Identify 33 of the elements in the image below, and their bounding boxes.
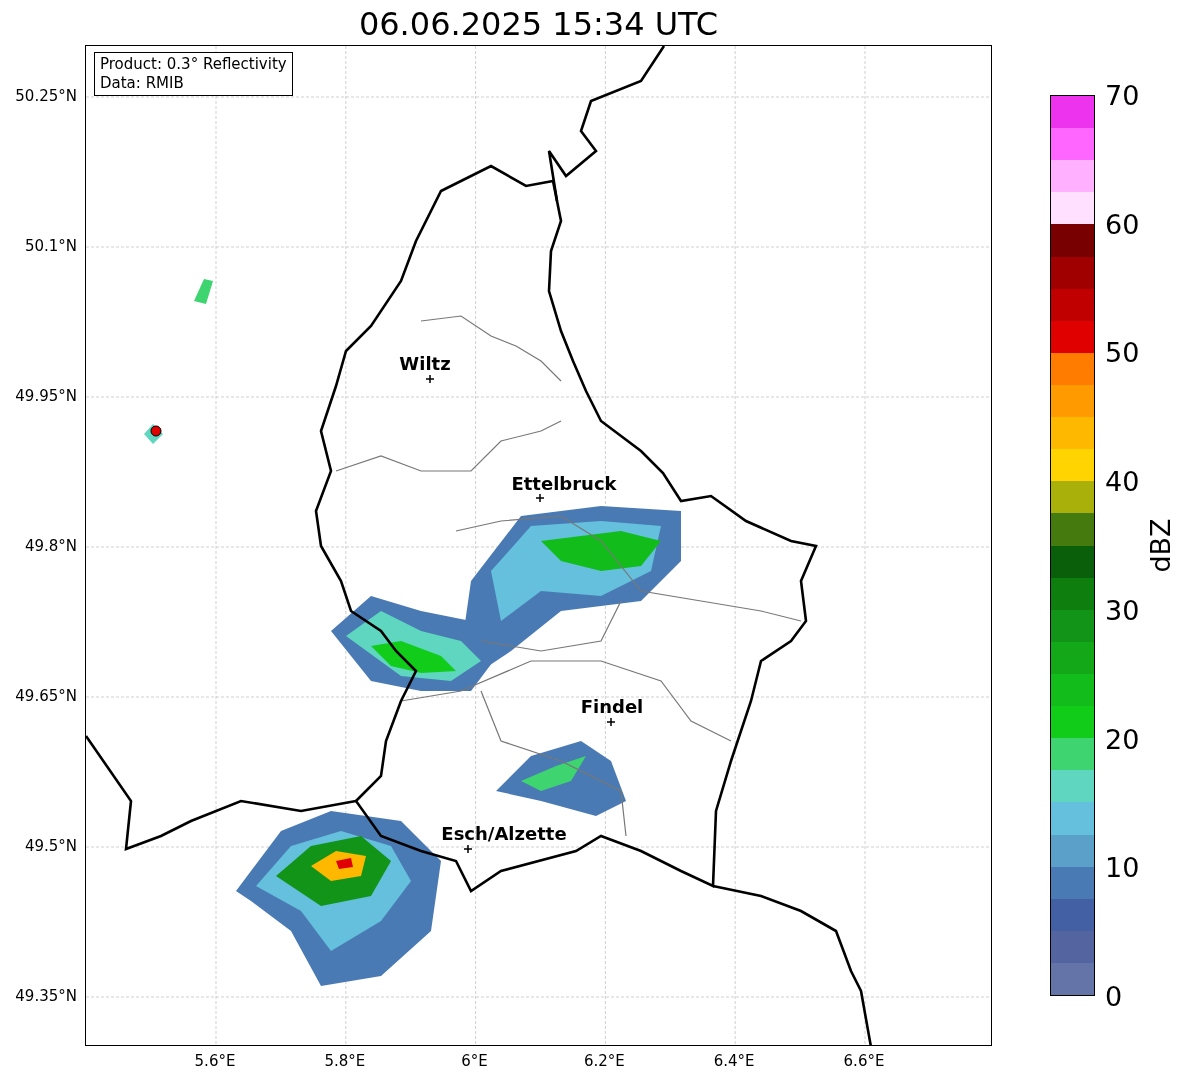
colorbar-tick-label: 60 (1105, 208, 1140, 240)
plus-marker-icon (536, 494, 544, 502)
colorbar-tick-label: 30 (1105, 594, 1140, 626)
place-label: Esch/Alzette (441, 822, 567, 844)
colorbar-label: dBZ (1144, 518, 1176, 573)
axis-tick-label: 6°E (461, 1052, 488, 1070)
axis-tick-label: 6.6°E (843, 1052, 885, 1070)
axis-tick-label: 49.8°N (24, 537, 77, 555)
place-label: Findel (580, 695, 644, 717)
axis-tick-label: 49.65°N (15, 687, 77, 705)
place-label: Ettelbruck (511, 472, 617, 494)
axis-tick-label: 6.2°E (583, 1052, 625, 1070)
colorbar-tick-label: 0 (1105, 980, 1123, 1012)
info-text: Data: RMIB (100, 74, 185, 93)
axis-tick-label: 5.6°E (194, 1052, 236, 1070)
colorbar-tick-label: 10 (1105, 851, 1140, 883)
chart-title: 06.06.2025 15:34 UTC (357, 3, 720, 45)
plus-marker-icon (607, 718, 615, 726)
colorbar-tick-label: 50 (1105, 336, 1140, 368)
axis-tick-label: 5.8°E (324, 1052, 366, 1070)
axis-tick-label: 6.4°E (713, 1052, 755, 1070)
axis-tick-label: 49.5°N (24, 837, 77, 855)
plus-marker-icon (464, 845, 472, 853)
axis-tick-label: 49.95°N (15, 387, 77, 405)
axis-tick-label: 50.25°N (15, 87, 77, 105)
colorbar-tick-label: 20 (1105, 723, 1140, 755)
axis-tick-label: 50.1°N (24, 237, 77, 255)
colorbar-tick-label: 70 (1105, 79, 1140, 111)
axis-tick-label: 49.35°N (15, 987, 77, 1005)
colorbar-tick-label: 40 (1105, 465, 1140, 497)
place-label: Wiltz (399, 352, 451, 374)
plus-marker-icon (426, 375, 434, 383)
info-text: Product: 0.3° Reflectivity (100, 55, 287, 74)
